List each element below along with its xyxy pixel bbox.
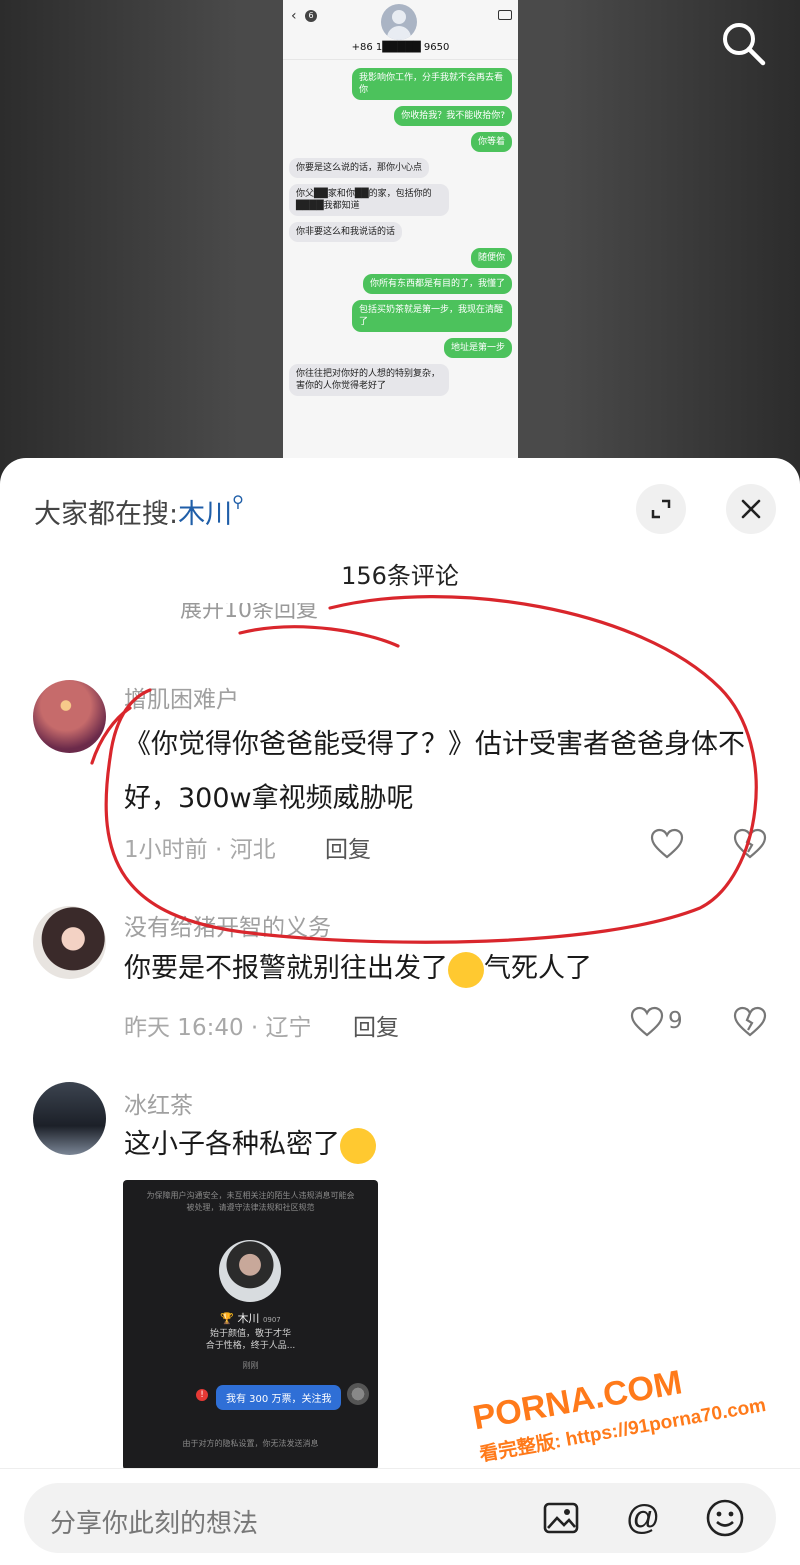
expand-button[interactable] bbox=[636, 484, 686, 534]
svg-text:@: @ bbox=[626, 1499, 661, 1537]
image-icon bbox=[543, 1502, 579, 1534]
sent-message: 我有 300 万票，关注我 bbox=[216, 1385, 342, 1410]
comment-image[interactable]: 为保障用户沟通安全，未互相关注的陌生人违规消息可能会被处理，请遵守法律法规和社区… bbox=[123, 1180, 378, 1470]
chat-bubble-received: 你往往把对你好的人想的特别复杂，害你的人你觉得老好了 bbox=[289, 364, 449, 396]
avatar[interactable] bbox=[33, 906, 106, 979]
mention-button[interactable]: @ bbox=[622, 1497, 664, 1539]
reply-button[interactable]: 回复 bbox=[325, 830, 371, 864]
shushing-emoji bbox=[340, 1127, 376, 1164]
dislike-button[interactable] bbox=[733, 828, 767, 860]
heart-icon bbox=[630, 1006, 664, 1037]
privacy-notice: 由于对方的隐私设置，你无法发送消息 bbox=[182, 1439, 319, 1448]
dislike-button[interactable] bbox=[733, 1006, 767, 1038]
comment-meta: 1小时前 · 河北 bbox=[124, 837, 276, 863]
rolling-eyes-emoji bbox=[448, 951, 484, 988]
chat-bubble-received: 你要是这么说的话，那你小心点 bbox=[289, 158, 430, 178]
avatar[interactable] bbox=[33, 680, 106, 753]
image-notice: 为保障用户沟通安全，未互相关注的陌生人违规消息可能会被处理，请遵守法律法规和社区… bbox=[146, 1191, 355, 1212]
chat-screenshot: ‹ 6 +86 1█████ 9650 我影响你工作，分手我就不会再去看你你收拾… bbox=[283, 0, 518, 470]
chat-bubble-received: 你父██家和你██的家，包括你的████我都知道 bbox=[289, 184, 449, 216]
chat-bubble-sent: 地址是第一步 bbox=[443, 338, 512, 358]
search-button[interactable] bbox=[718, 18, 770, 70]
expand-icon bbox=[651, 499, 671, 519]
unread-badge: 6 bbox=[305, 10, 317, 22]
chat-bubble-sent: 随便你 bbox=[470, 248, 512, 268]
chat-bubble-sent: 包括买奶茶就是第一步，我现在清醒了 bbox=[352, 300, 512, 332]
comment-input[interactable]: 分享你此刻的想法 @ bbox=[24, 1483, 776, 1553]
image-button[interactable] bbox=[540, 1497, 582, 1539]
search-small-icon: ⚲ bbox=[232, 492, 244, 511]
avatar[interactable] bbox=[33, 1082, 106, 1155]
comment-count: 156条评论 bbox=[341, 562, 459, 590]
like-button[interactable] bbox=[630, 1006, 664, 1038]
chat-bubble-sent: 你收拾我？我不能收拾你? bbox=[394, 106, 512, 126]
profile-bio: 始于颜值，敬于才华 合于性格，终于人品... bbox=[205, 1329, 296, 1351]
comment-username[interactable]: 增肌困难户 bbox=[124, 680, 239, 714]
comment-placeholder: 分享你此刻的想法 bbox=[50, 1509, 259, 1539]
reply-button[interactable]: 回复 bbox=[353, 1008, 399, 1042]
chat-bubble-sent: 你等着 bbox=[470, 132, 512, 152]
hot-search-keyword[interactable]: 木川 bbox=[178, 499, 232, 530]
hot-search-label: 大家都在搜: bbox=[34, 499, 179, 530]
error-icon: ! bbox=[196, 1389, 208, 1401]
profile-avatar bbox=[219, 1240, 281, 1302]
contact-number: +86 1█████ 9650 bbox=[351, 42, 450, 53]
message-time: 刚刚 bbox=[242, 1361, 259, 1370]
comment-meta: 昨天 16:40 · 辽宁 bbox=[124, 1015, 312, 1041]
contact-avatar bbox=[381, 4, 417, 40]
chat-messages: 我影响你工作，分手我就不会再去看你你收拾我？我不能收拾你? 你等着你要是这么说的话… bbox=[283, 60, 518, 396]
chevron-left-icon: ‹ bbox=[291, 8, 297, 24]
comment-text: 你要是不报警就别往出发了 气死人了 bbox=[124, 942, 774, 996]
chat-bubble-sent: 我影响你工作，分手我就不会再去看你 bbox=[352, 68, 512, 100]
comment-username[interactable]: 冰红茶 bbox=[124, 1086, 193, 1120]
bottom-input-bar: 分享你此刻的想法 @ bbox=[0, 1468, 800, 1565]
comment-text: 这小子各种私密了 bbox=[124, 1118, 774, 1172]
expand-replies-link[interactable]: 展开10条回复 bbox=[180, 603, 380, 619]
comment-sheet: 大家都在搜:木川⚲ 156条评论 展开10条回复 增肌困难户 《你觉得你爸爸能受… bbox=[0, 458, 800, 1565]
chat-header: ‹ 6 +86 1█████ 9650 bbox=[283, 0, 518, 60]
broken-heart-icon bbox=[733, 1006, 767, 1037]
close-icon bbox=[741, 499, 761, 519]
chat-bubble-received: 你非要这么和我说话的话 bbox=[289, 222, 403, 242]
video-area[interactable]: ‹ 6 +86 1█████ 9650 我影响你工作，分手我就不会再去看你你收拾… bbox=[0, 0, 800, 470]
broken-heart-icon bbox=[733, 828, 767, 859]
emoji-button[interactable] bbox=[704, 1497, 746, 1539]
close-button[interactable] bbox=[726, 484, 776, 534]
sender-avatar bbox=[347, 1383, 369, 1405]
comment-username[interactable]: 没有给猪开智的义务 bbox=[124, 908, 331, 942]
search-icon bbox=[723, 23, 766, 66]
hot-search-row[interactable]: 大家都在搜:木川⚲ bbox=[34, 492, 244, 531]
like-button[interactable] bbox=[650, 828, 684, 860]
video-call-icon bbox=[498, 10, 512, 20]
profile-name: 🏆 木川 0907 bbox=[220, 1312, 281, 1325]
like-count: 9 bbox=[668, 1008, 683, 1034]
comment-text: 《你觉得你爸爸能受得了？》估计受害者爸爸身体不好，300w拿视频威胁呢 bbox=[124, 729, 745, 814]
emoji-icon bbox=[706, 1499, 744, 1537]
chat-bubble-sent: 你所有东西都是有目的了，我懂了 bbox=[362, 274, 512, 294]
heart-icon bbox=[650, 828, 684, 859]
at-icon: @ bbox=[626, 1499, 661, 1537]
